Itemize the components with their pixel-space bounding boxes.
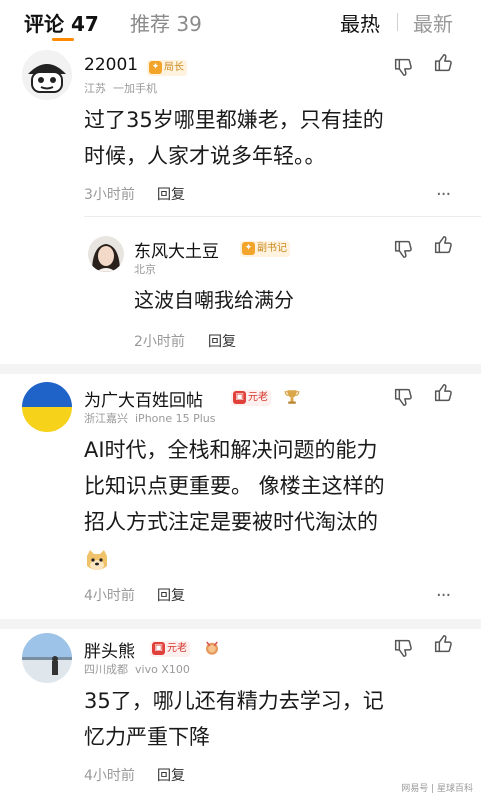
comment-time: 4小时前	[84, 588, 135, 604]
section-divider	[0, 619, 481, 629]
dislike-icon[interactable]	[392, 56, 414, 78]
avatar[interactable]	[22, 382, 72, 432]
comment-line: 忆力严重下降	[84, 725, 210, 749]
reply-avatar[interactable]	[88, 236, 124, 272]
comment-text: 过了35岁哪里都嫌老，只有挂的 时候，人家才说多年轻。。	[84, 102, 384, 174]
avatar[interactable]	[22, 50, 72, 100]
user-meta: 浙江嘉兴 iPhone 15 Plus	[84, 410, 216, 426]
reply-location: 北京	[134, 263, 156, 276]
like-icon[interactable]	[432, 52, 454, 74]
rank-icon: ▣	[233, 391, 246, 404]
watermark: 网易号 | 星球百科	[401, 784, 473, 794]
comment-time: 3小时前	[84, 187, 135, 203]
location: 江苏	[84, 82, 106, 95]
location: 四川成都	[84, 663, 128, 676]
comment-item: 胖头熊 ▣ 元老 四川成都 vivo X100 35了，哪儿还有精力去学习，记 …	[0, 629, 481, 800]
section-divider	[0, 364, 481, 374]
comment-line: 这波自嘲我给满分	[134, 288, 294, 312]
like-icon[interactable]	[432, 633, 454, 655]
like-icon[interactable]	[432, 382, 454, 404]
username[interactable]: 为广大百姓回帖	[84, 386, 203, 411]
rank-icon: ✦	[149, 61, 162, 74]
comment-line: 比知识点更重要。 像楼主这样的	[84, 474, 385, 498]
reply-button[interactable]: 回复	[208, 331, 236, 351]
reply-button[interactable]: 回复	[157, 184, 185, 204]
more-options-icon[interactable]: ···	[436, 585, 451, 606]
badge-label: 元老	[167, 643, 187, 654]
trophy-icon	[284, 390, 300, 404]
reply-button[interactable]: 回复	[157, 585, 185, 605]
user-meta: 江苏 一加手机	[84, 80, 157, 96]
badge-label: 局长	[164, 62, 184, 73]
dislike-icon[interactable]	[392, 386, 414, 408]
divider	[84, 216, 481, 217]
comment-line: 招人方式注定是要被时代淘汰的	[84, 510, 378, 534]
reply-text: 这波自嘲我给满分	[134, 282, 294, 318]
device: vivo X100	[135, 663, 190, 676]
user-rank-badge: ✦ 局长	[147, 60, 187, 76]
device: 一加手机	[113, 82, 157, 95]
user-rank-badge: ▣ 元老	[231, 390, 271, 406]
user-meta: 四川成都 vivo X100	[84, 661, 190, 677]
dislike-icon[interactable]	[392, 238, 414, 260]
username[interactable]: 22001	[84, 55, 138, 75]
doge-emoji-icon	[87, 550, 107, 570]
location: 浙江嘉兴	[84, 412, 128, 425]
comment-line: 过了35岁哪里都嫌老，只有挂的	[84, 108, 384, 132]
rank-icon: ▣	[152, 642, 165, 655]
reply-username[interactable]: 东风大土豆	[134, 237, 219, 262]
comment-line: 时候，人家才说多年轻。。	[84, 144, 326, 168]
rank-icon: ✦	[242, 242, 255, 255]
more-options-icon[interactable]: ···	[436, 184, 451, 205]
reply-button[interactable]: 回复	[157, 765, 185, 785]
medal-icon	[206, 641, 218, 655]
dislike-icon[interactable]	[392, 637, 414, 659]
comment-item: 22001 ✦ 局长 江苏 一加手机 过了35岁哪里都嫌老，只有挂的 时候，人家…	[0, 0, 481, 365]
comment-text: AI时代，全栈和解决问题的能力 比知识点更重要。 像楼主这样的 招人方式注定是要…	[84, 432, 385, 540]
badge-label: 元老	[248, 392, 268, 403]
device: iPhone 15 Plus	[135, 412, 216, 425]
comment-time: 4小时前	[84, 768, 135, 784]
like-icon[interactable]	[432, 234, 454, 256]
comment-text: 35了，哪儿还有精力去学习，记 忆力严重下降	[84, 683, 384, 755]
user-rank-badge: ✦ 副书记	[240, 241, 290, 257]
user-rank-badge: ▣ 元老	[150, 641, 190, 657]
comment-item: 为广大百姓回帖 ▣ 元老 浙江嘉兴 iPhone 15 Plus AI时代，全栈…	[0, 374, 481, 619]
badge-label: 副书记	[257, 243, 287, 254]
reply-time: 2小时前	[134, 334, 185, 350]
comment-line: AI时代，全栈和解决问题的能力	[84, 438, 378, 462]
comment-line: 35了，哪儿还有精力去学习，记	[84, 689, 384, 713]
username[interactable]: 胖头熊	[84, 637, 135, 662]
avatar[interactable]	[22, 633, 72, 683]
